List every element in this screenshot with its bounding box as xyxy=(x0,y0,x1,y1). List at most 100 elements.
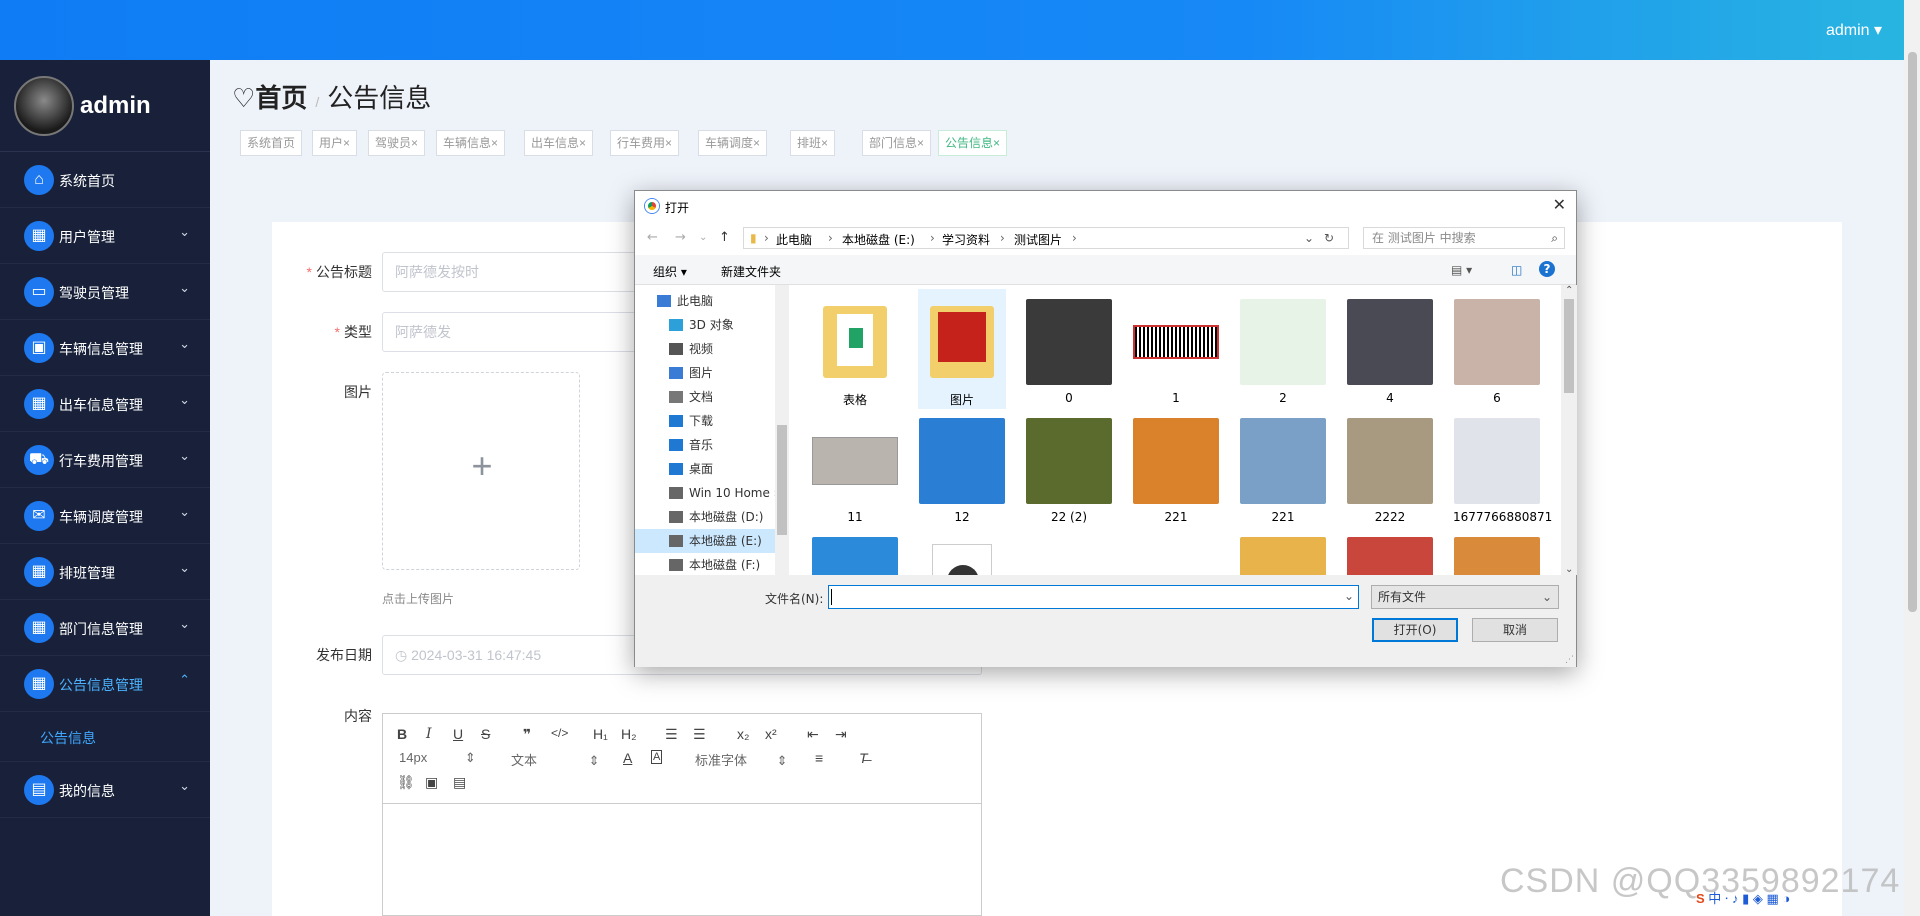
file-list-scrollbar[interactable]: ⌃ ⌄ xyxy=(1561,285,1577,575)
tag-item[interactable]: 驾驶员× xyxy=(368,130,426,156)
block-format-select[interactable]: 文本 ⇕ xyxy=(511,750,600,769)
file-item[interactable]: 22 (2) xyxy=(1025,408,1113,528)
scroll-down-icon[interactable]: ⌄ xyxy=(1565,564,1573,575)
h1-button[interactable]: H₁ xyxy=(593,726,608,742)
path-item[interactable]: 测试图片 xyxy=(1014,231,1062,248)
filename-input[interactable]: ⌄ xyxy=(828,585,1359,609)
breadcrumb-home[interactable]: 首页 xyxy=(255,83,307,113)
page-scrollbar-thumb[interactable] xyxy=(1908,52,1917,612)
tag-item[interactable]: 公告信息× xyxy=(938,130,1008,156)
path-item[interactable]: 本地磁盘 (E:) xyxy=(842,231,915,248)
superscript-button[interactable]: x² xyxy=(765,726,777,742)
history-dropdown-icon[interactable]: ⌄ xyxy=(1304,231,1314,245)
image-icon[interactable]: ▣ xyxy=(425,774,438,791)
tag-item[interactable]: 用户× xyxy=(312,130,358,156)
outdent-button[interactable]: ⇤ xyxy=(807,726,819,743)
sidebar-item[interactable]: ⛟ 行车费用管理 ⌄ xyxy=(0,432,210,488)
nav-item[interactable]: 下载 xyxy=(635,409,775,433)
address-bar[interactable]: ▮ › 此电脑 › 本地磁盘 (E:) › 学习资料 › 测试图片 › ⌄ ↻ xyxy=(743,227,1349,249)
file-item[interactable] xyxy=(918,527,1006,575)
nav-item[interactable]: 本地磁盘 (E:) xyxy=(635,529,775,553)
sidebar-item[interactable]: ▦ 部门信息管理 ⌄ xyxy=(0,600,210,656)
indent-button[interactable]: ⇥ xyxy=(835,726,847,743)
help-icon[interactable]: ? xyxy=(1539,261,1555,277)
nav-item[interactable]: 3D 对象 xyxy=(635,313,775,337)
nav-item[interactable]: 音乐 xyxy=(635,433,775,457)
tag-item[interactable]: 出车信息× xyxy=(524,130,594,156)
sidebar-subitem[interactable]: 公告信息 xyxy=(0,712,210,762)
open-button[interactable]: 打开(O) xyxy=(1372,618,1458,642)
sidebar-item[interactable]: ▭ 驾驶员管理 ⌄ xyxy=(0,264,210,320)
search-box[interactable]: 在 测试图片 中搜索 ⌕ xyxy=(1363,227,1565,249)
forward-icon[interactable]: → xyxy=(675,230,686,245)
recent-icon[interactable]: ⌄ xyxy=(699,232,707,243)
nav-scroll-thumb[interactable] xyxy=(777,425,787,535)
close-icon[interactable]: ✕ xyxy=(1553,195,1566,214)
file-item[interactable] xyxy=(1239,527,1327,575)
path-item[interactable]: 学习资料 xyxy=(942,231,990,248)
filetype-select[interactable]: 所有文件 ⌄ xyxy=(1371,585,1559,609)
close-icon[interactable]: × xyxy=(917,136,924,150)
nav-item[interactable]: 图片 xyxy=(635,361,775,385)
file-item[interactable]: 2222 xyxy=(1346,408,1434,528)
file-item[interactable]: 0 xyxy=(1025,289,1113,409)
sidebar-item[interactable]: ✉ 车辆调度管理 ⌄ xyxy=(0,488,210,544)
clear-format-button[interactable]: T̶ xyxy=(859,750,868,766)
file-item[interactable] xyxy=(811,527,899,575)
close-icon[interactable]: × xyxy=(579,136,586,150)
system-tray[interactable]: S 中 ⸱ ♪ ▮ ◈ ▦ ◑ xyxy=(1696,888,1790,907)
organize-button[interactable]: 组织 ▾ xyxy=(653,263,687,280)
view-options-icon[interactable]: ▤ ▾ xyxy=(1451,263,1472,277)
nav-item[interactable]: 此电脑 xyxy=(635,289,775,313)
nav-item[interactable]: Win 10 Home › xyxy=(635,481,775,505)
sidebar-item[interactable]: ▦ 出车信息管理 ⌄ xyxy=(0,376,210,432)
file-item[interactable] xyxy=(1025,527,1113,575)
close-icon[interactable]: × xyxy=(821,136,828,150)
file-item[interactable]: 221 xyxy=(1239,408,1327,528)
file-item[interactable] xyxy=(1346,527,1434,575)
resize-grip-icon[interactable]: ⋰ xyxy=(1565,655,1574,665)
font-family-select[interactable]: 标准字体 ⇕ xyxy=(695,750,788,769)
sidebar-item[interactable]: ▤ 我的信息 ⌄ xyxy=(0,762,210,818)
file-item[interactable] xyxy=(1132,527,1220,575)
preview-pane-icon[interactable]: ◫ xyxy=(1511,263,1522,277)
close-icon[interactable]: × xyxy=(993,136,1000,150)
file-item[interactable] xyxy=(1453,527,1541,575)
image-uploader[interactable]: + xyxy=(382,372,580,570)
close-icon[interactable]: × xyxy=(343,136,350,150)
nav-scrollbar[interactable] xyxy=(775,285,789,575)
bullet-list-button[interactable]: ☰ xyxy=(693,726,706,743)
ime-icon[interactable]: S xyxy=(1696,891,1705,906)
scroll-up-icon[interactable]: ⌃ xyxy=(1565,285,1573,296)
quote-button[interactable]: ❞ xyxy=(523,726,531,743)
close-icon[interactable]: × xyxy=(411,136,418,150)
file-item[interactable]: 12 xyxy=(918,408,1006,528)
close-icon[interactable]: × xyxy=(491,136,498,150)
sidebar-item[interactable]: ▣ 车辆信息管理 ⌄ xyxy=(0,320,210,376)
ordered-list-button[interactable]: ☰ xyxy=(665,726,678,743)
file-item[interactable]: 1677766880871 xyxy=(1453,408,1552,528)
file-item[interactable]: 1 xyxy=(1132,289,1220,409)
cancel-button[interactable]: 取消 xyxy=(1472,618,1558,642)
file-item[interactable]: 图片 xyxy=(918,289,1006,409)
subscript-button[interactable]: x₂ xyxy=(737,726,749,742)
align-button[interactable]: ≡ xyxy=(815,750,823,766)
sidebar-item[interactable]: ▦ 用户管理 ⌄ xyxy=(0,208,210,264)
tag-item[interactable]: 行车费用× xyxy=(610,130,680,156)
tag-item[interactable]: 车辆信息× xyxy=(436,130,506,156)
refresh-icon[interactable]: ↻ xyxy=(1324,231,1334,245)
file-item[interactable]: 4 xyxy=(1346,289,1434,409)
tag-item[interactable]: 系统首页 xyxy=(240,130,303,156)
sidebar-item[interactable]: ▦ 公告信息管理 ⌃ xyxy=(0,656,210,712)
h2-button[interactable]: H₂ xyxy=(621,726,637,742)
up-icon[interactable]: ↑ xyxy=(719,230,730,245)
file-item[interactable]: 11 xyxy=(811,408,899,528)
file-item[interactable]: 2 xyxy=(1239,289,1327,409)
nav-item[interactable]: 本地磁盘 (F:) xyxy=(635,553,775,577)
nav-item[interactable]: 桌面 xyxy=(635,457,775,481)
font-color-button[interactable]: A xyxy=(623,750,632,766)
italic-button[interactable]: I xyxy=(426,726,432,742)
code-button[interactable]: </> xyxy=(551,726,568,740)
page-scrollbar[interactable] xyxy=(1904,0,1920,916)
close-icon[interactable]: × xyxy=(665,136,672,150)
